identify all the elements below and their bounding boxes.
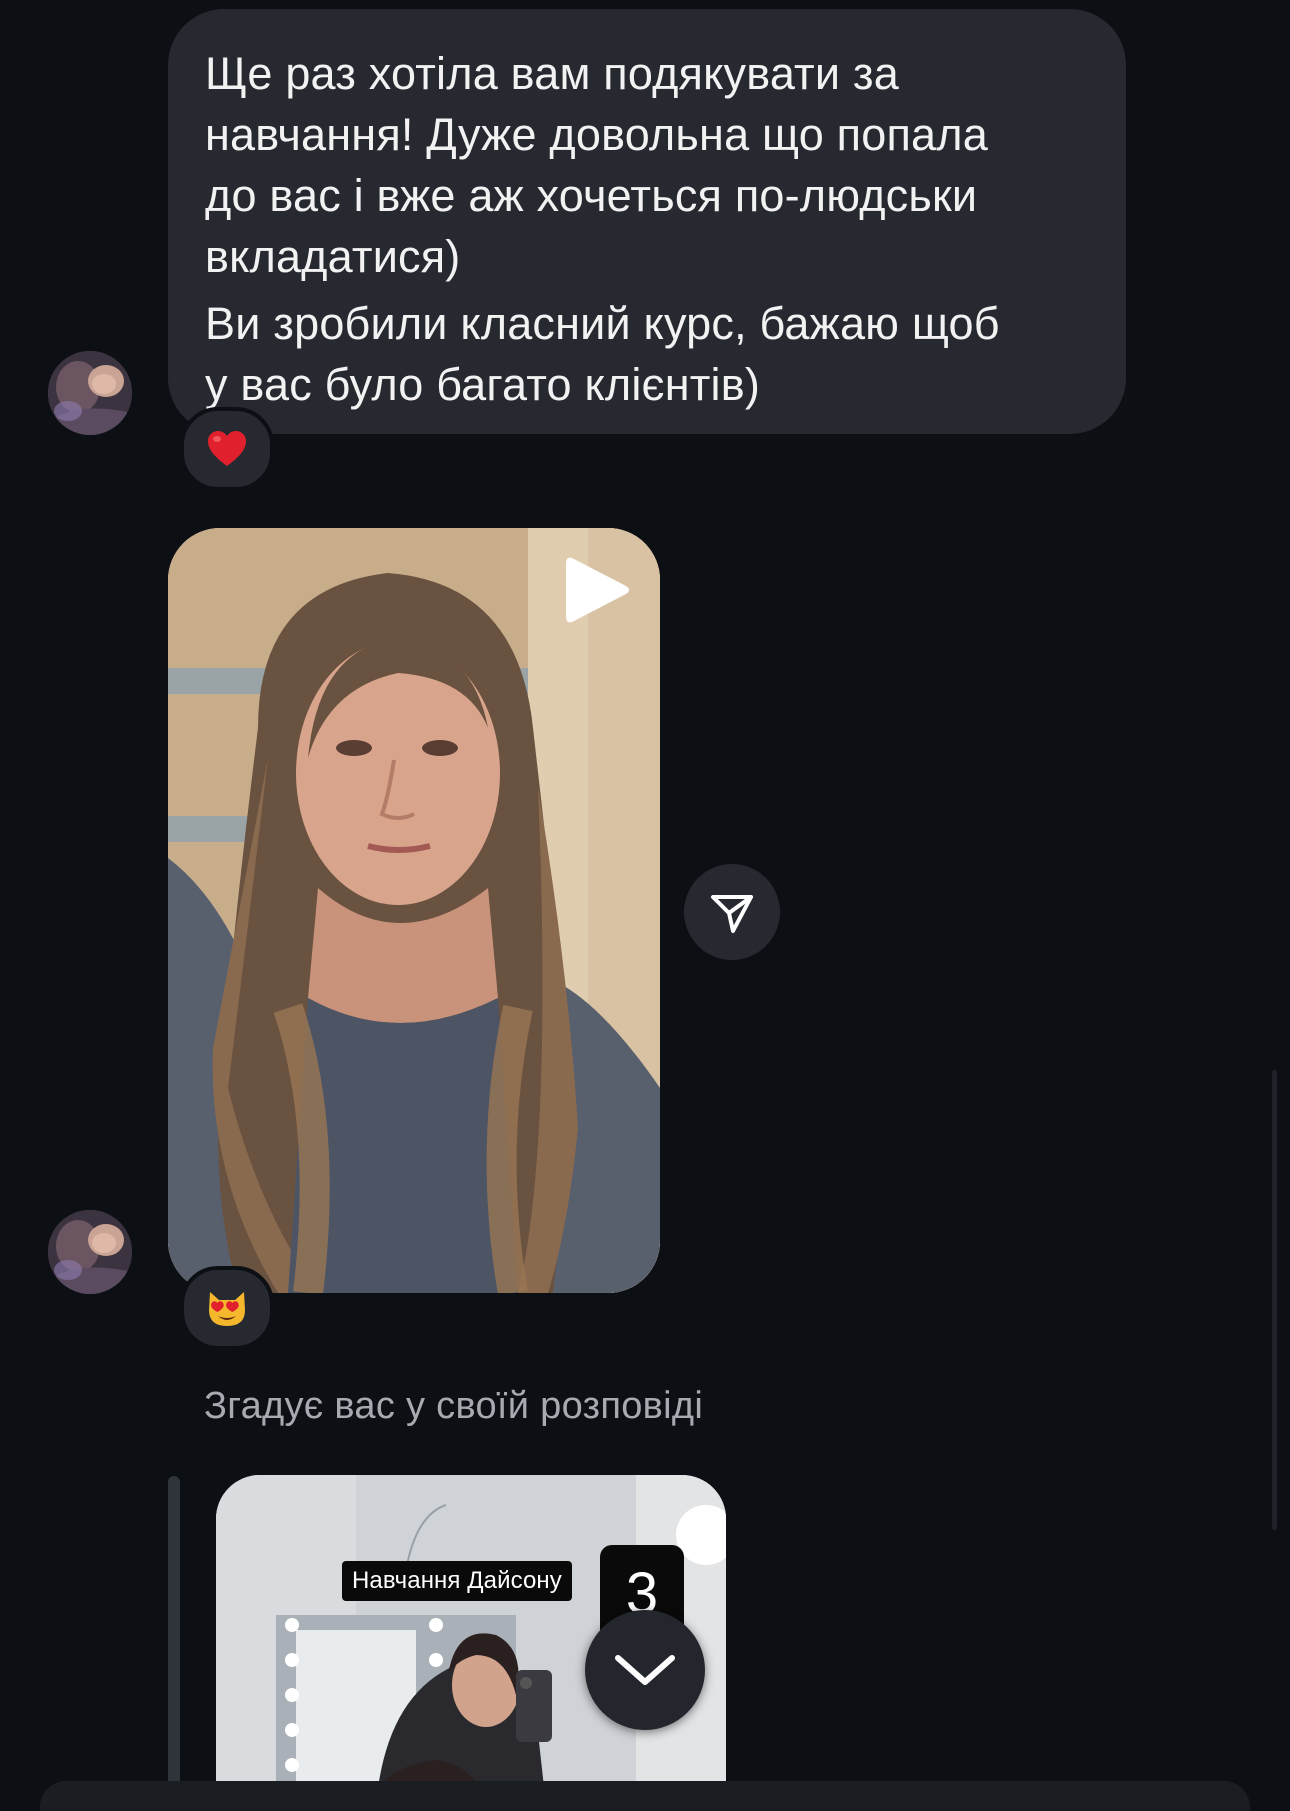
- sender-avatar[interactable]: [48, 1210, 132, 1294]
- video-thumbnail: [168, 528, 660, 1293]
- avatar-image: [48, 1210, 132, 1294]
- video-message[interactable]: [168, 528, 660, 1293]
- smiling-cat-heart-eyes-icon: [209, 1292, 245, 1326]
- message-text-line: навчання! Дуже довольна що попала: [205, 109, 988, 160]
- play-icon[interactable]: [562, 552, 632, 628]
- story-caption: Навчання Дайсону: [342, 1561, 572, 1601]
- share-button[interactable]: [684, 864, 780, 960]
- story-reply-bar: [168, 1476, 180, 1791]
- message-text-line: до вас і вже аж хочеться по-людськи: [205, 170, 978, 221]
- scrollbar[interactable]: [1272, 1070, 1277, 1530]
- paper-plane-icon: [711, 895, 753, 933]
- video-reaction[interactable]: [180, 1266, 274, 1350]
- message-text-line: Ще раз хотіла вам подякувати за: [205, 48, 899, 99]
- story-mention-label: Згадує вас у своїй розповіді: [204, 1385, 704, 1427]
- heart-icon: [208, 431, 246, 466]
- message-bubble[interactable]: Ще раз хотіла вам подякувати за навчання…: [168, 9, 1126, 434]
- avatar-image: [48, 351, 132, 435]
- chevron-down-icon: [615, 1655, 675, 1685]
- message-text-line: Ви зробили класний курс, бажаю щоб: [205, 298, 1000, 349]
- composer-edge: [40, 1781, 1250, 1811]
- message-reaction[interactable]: [180, 407, 274, 491]
- message-text-line: вкладатися): [205, 231, 461, 282]
- scroll-down-button[interactable]: [585, 1610, 705, 1730]
- sender-avatar[interactable]: [48, 351, 132, 435]
- message-text-line: у вас було багато клієнтів): [205, 359, 761, 410]
